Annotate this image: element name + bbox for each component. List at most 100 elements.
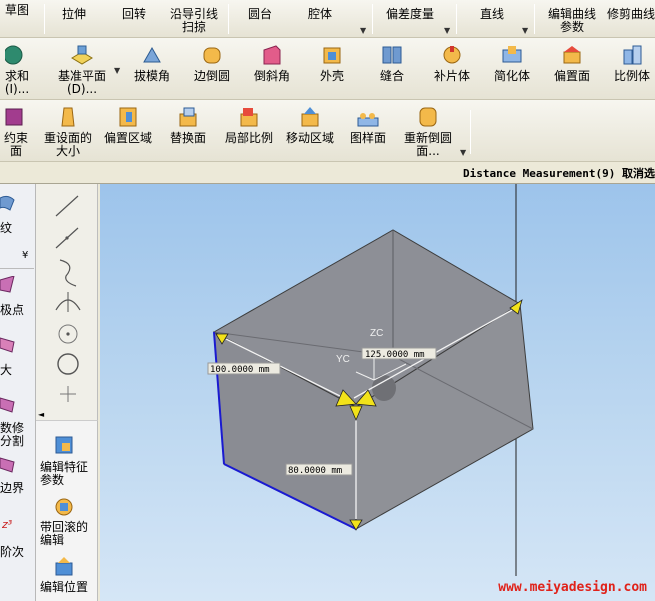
offset-face-label: 偏置面	[553, 69, 590, 83]
draft-button[interactable]: 拔模角	[128, 44, 176, 83]
edit-position-button[interactable]: 编辑位置	[40, 581, 96, 594]
line-mid-icon[interactable]	[55, 227, 79, 249]
shell-button[interactable]: 外壳	[308, 44, 356, 83]
edit-curve-params-button[interactable]: 编辑曲线参数	[544, 8, 600, 34]
datum-plane-label: 基准平面 (D)...	[57, 69, 106, 96]
move-region-icon	[301, 107, 319, 127]
boss-label: 圆台	[247, 7, 272, 21]
toolbar-row-2: 求和 (I)... 基准平面 (D)... ▼ 拔模角 边倒圆 倒斜角 外壳 缝…	[0, 38, 655, 100]
datum-plane-icon	[71, 45, 93, 65]
move-region-button[interactable]: 移动区域	[282, 106, 338, 145]
svg-text:YC: YC	[336, 354, 350, 365]
chevron-down-icon[interactable]: ▼	[444, 26, 450, 35]
sweep-along-guide-label: 沿导引线扫掠	[169, 7, 218, 34]
enlarge-icon	[0, 337, 15, 353]
edge-blend-button[interactable]: 边倒圆	[188, 44, 236, 83]
pocket-button[interactable]: 腔体	[296, 8, 344, 21]
left-item-pole[interactable]: 极点	[0, 304, 34, 317]
snap-tool-panel: ◄	[36, 184, 98, 420]
left-tool-panel: 纹 ¥ 极点 大 数修 分割 边界 z³ 阶次	[0, 184, 36, 601]
sew-icon	[382, 46, 402, 64]
chevron-down-icon[interactable]: ▼	[114, 66, 120, 75]
shell-label: 外壳	[319, 69, 344, 83]
edit-feature-params-icon	[55, 436, 73, 454]
left-item-boundary[interactable]: 边界	[0, 482, 34, 495]
edit-with-rollback-button[interactable]: 带回滚的编辑	[40, 521, 96, 547]
reblend-face-button[interactable]: 重新倒圆面...	[400, 106, 456, 158]
dimension-label-3: 80.0000 mm	[285, 463, 353, 476]
svg-text:100.0000 mm: 100.0000 mm	[210, 365, 270, 375]
left-item-degree[interactable]: 阶次	[0, 546, 34, 559]
line-button[interactable]: 直线	[470, 8, 514, 21]
dimension-label-1: 100.0000 mm	[207, 362, 281, 375]
chamfer-icon	[263, 45, 281, 65]
edit-curve-params-label: 编辑曲线参数	[547, 7, 596, 34]
patch-body-label: 补片体	[433, 69, 470, 83]
constrain-face-button[interactable]: 约束面	[0, 106, 32, 158]
status-text: Distance Measurement(9) 取消选	[463, 167, 655, 180]
deviation-gauge-button[interactable]: 偏差度量	[380, 8, 440, 21]
left-item-enlarge[interactable]: 大	[0, 364, 34, 377]
unite-label: 求和 (I)...	[4, 69, 30, 96]
spline-icon[interactable]	[59, 259, 77, 287]
pattern-face-button[interactable]: 图样面	[346, 106, 390, 145]
extrude-label: 拉伸	[61, 7, 86, 21]
edge-blend-label: 边倒圆	[193, 69, 230, 83]
sketch-button[interactable]: 草图	[0, 4, 34, 17]
trim-curve-button[interactable]: 修剪曲线	[604, 8, 655, 21]
replace-face-icon	[179, 107, 197, 127]
offset-region-label: 偏置区域	[103, 131, 152, 145]
boss-button[interactable]: 圆台	[236, 8, 284, 21]
edit-with-rollback-icon	[55, 498, 73, 516]
patch-body-icon	[443, 46, 461, 64]
revolve-label: 回转	[121, 7, 146, 21]
local-scale-icon	[240, 108, 258, 127]
chevron-down-icon[interactable]: ¥	[22, 250, 28, 261]
offset-region-button[interactable]: 偏置区域	[100, 106, 156, 145]
left-item-grain[interactable]: 纹	[0, 222, 34, 235]
chevron-down-icon[interactable]: ▼	[360, 26, 366, 35]
left-item-param-split[interactable]: 数修 分割	[0, 422, 34, 448]
local-scale-button[interactable]: 局部比例	[222, 106, 276, 145]
chevron-down-icon[interactable]: ▼	[460, 148, 466, 157]
replace-face-button[interactable]: 替换面	[164, 106, 212, 145]
extrude-button[interactable]: 拉伸	[52, 8, 96, 21]
chamfer-button[interactable]: 倒斜角	[248, 44, 296, 83]
degree-icon: z³	[2, 518, 13, 531]
status-bar: Distance Measurement(9) 取消选	[0, 162, 655, 184]
datum-plane-button[interactable]: 基准平面 (D)...	[52, 44, 112, 96]
offset-face-icon	[563, 46, 581, 64]
unite-button[interactable]: 求和 (I)...	[0, 44, 34, 96]
constrain-face-label: 约束面	[3, 131, 28, 158]
arc-icon[interactable]	[55, 292, 81, 312]
model-scene: 100.0000 mm 125.0000 mm 80.0000 mm ZC YC	[207, 184, 534, 576]
sweep-along-guide-button[interactable]: 沿导引线扫掠	[166, 8, 222, 34]
draft-icon	[143, 46, 161, 63]
line-snap-icon[interactable]	[55, 195, 79, 217]
circle-center-icon[interactable]	[58, 324, 78, 344]
pocket-label: 腔体	[307, 7, 332, 21]
reblend-face-icon	[419, 107, 437, 127]
chevron-left-icon[interactable]: ◄	[38, 410, 44, 419]
toolbar-row-1: 草图 拉伸 回转 沿导引线扫掠 圆台 腔体 ▼ 偏差度量 ▼ 直线 ▼ 编辑曲线…	[0, 0, 655, 38]
pattern-face-icon	[357, 113, 379, 127]
reblend-face-label: 重新倒圆面...	[403, 131, 452, 158]
unite-icon	[5, 45, 23, 65]
chevron-down-icon[interactable]: ▼	[522, 26, 528, 35]
revolve-button[interactable]: 回转	[112, 8, 156, 21]
replace-face-label: 替换面	[169, 131, 206, 145]
sketch-label: 草图	[4, 3, 29, 17]
point-icon[interactable]	[60, 386, 76, 402]
sew-button[interactable]: 缝合	[368, 44, 416, 83]
resize-face-button[interactable]: 重设面的大小	[40, 106, 96, 158]
edit-position-icon	[55, 557, 73, 576]
graphics-viewport[interactable]: 100.0000 mm 125.0000 mm 80.0000 mm ZC YC…	[100, 184, 655, 601]
deviation-gauge-label: 偏差度量	[385, 7, 434, 21]
patch-body-button[interactable]: 补片体	[428, 44, 476, 83]
simplify-button[interactable]: 简化体	[488, 44, 536, 83]
scale-body-button[interactable]: 比例体	[608, 44, 655, 83]
edit-feature-params-button[interactable]: 编辑特征参数	[40, 461, 96, 487]
offset-face-button[interactable]: 偏置面	[548, 44, 596, 83]
circle-icon[interactable]	[57, 353, 79, 375]
simplify-icon	[502, 46, 522, 63]
